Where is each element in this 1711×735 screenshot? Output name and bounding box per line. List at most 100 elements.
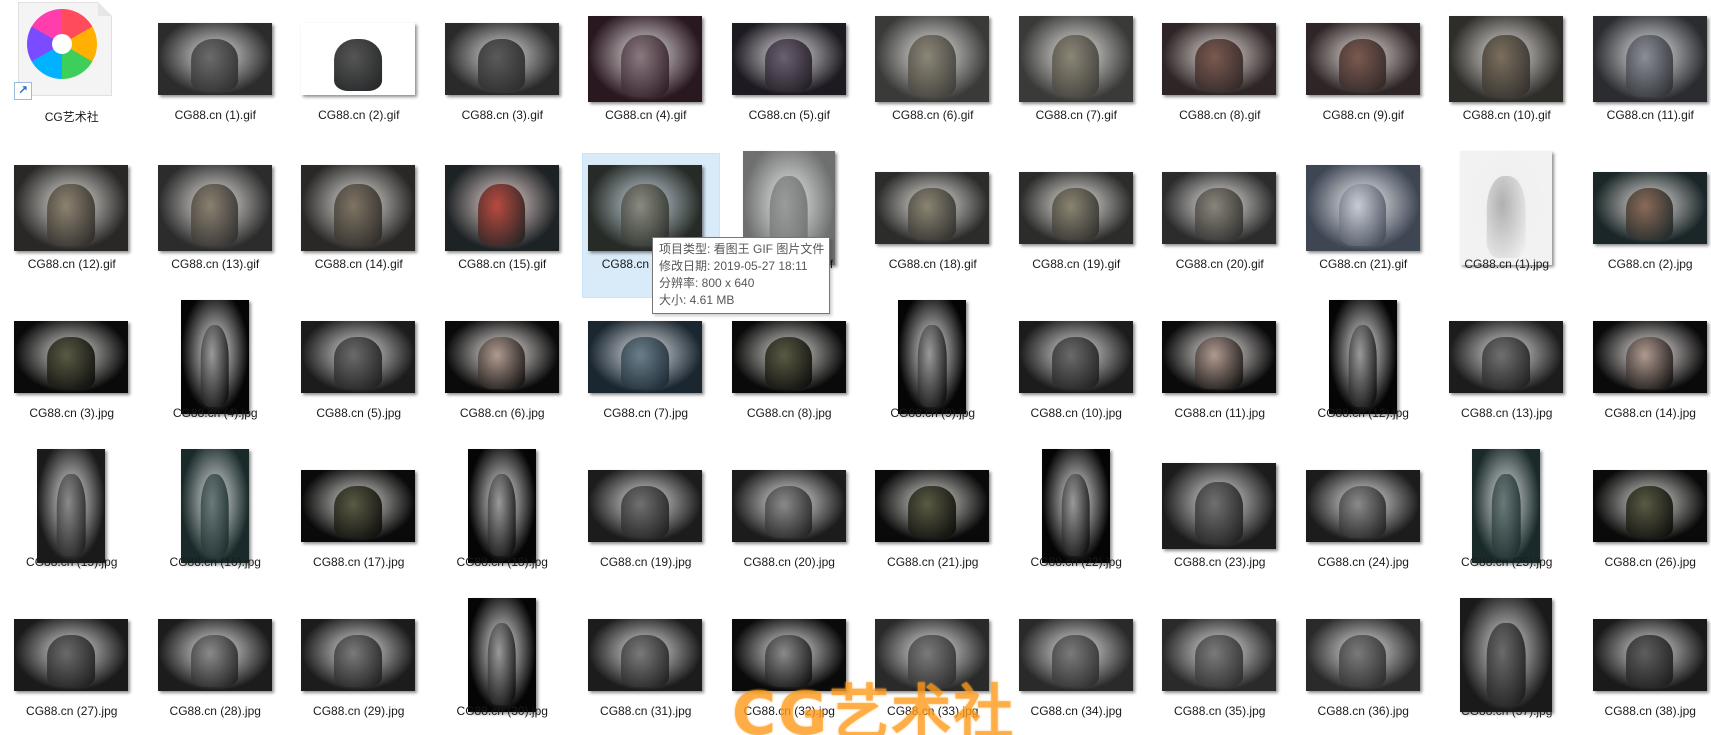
file-label: CG88.cn (7).gif — [1035, 108, 1117, 122]
file-tile[interactable]: CG88.cn (15).gif — [431, 149, 575, 298]
file-tile[interactable]: CG88.cn (6).gif — [861, 0, 1005, 149]
thumbnail-frame — [291, 600, 425, 710]
sculpture-figure — [190, 183, 239, 246]
image-thumbnail — [14, 321, 128, 393]
file-tile[interactable]: CG88.cn (33).jpg — [861, 596, 1005, 735]
sculpture-figure — [334, 183, 382, 246]
sculpture-figure — [908, 634, 956, 687]
file-tile[interactable]: CG88.cn (13).gif — [144, 149, 288, 298]
file-label: CG88.cn (13).jpg — [1461, 406, 1553, 420]
image-thumbnail — [731, 470, 846, 542]
file-tile[interactable]: CG88.cn (2).gif — [287, 0, 431, 149]
file-tile[interactable]: CG88.cn (3).gif — [431, 0, 575, 149]
file-tile[interactable]: CG88.cn (8).gif — [1148, 0, 1292, 149]
thumbnail-frame — [1583, 600, 1711, 710]
thumbnail-frame — [1296, 451, 1430, 561]
file-tile[interactable]: CG88.cn (14).gif — [287, 149, 431, 298]
file-tile[interactable]: CG88.cn (27).jpg — [0, 596, 144, 735]
file-tile[interactable]: CG88.cn (31).jpg — [574, 596, 718, 735]
shortcut-tile[interactable]: ↗ CG艺术社 — [0, 0, 144, 149]
file-tile[interactable]: CG88.cn (22).jpg — [1005, 447, 1149, 596]
file-tile[interactable]: CG88.cn (18).jpg — [431, 447, 575, 596]
file-tile[interactable]: CG88.cn (36).jpg — [1292, 596, 1436, 735]
file-tile[interactable]: CG88.cn (10).gif — [1435, 0, 1579, 149]
image-thumbnail — [14, 165, 128, 251]
file-label: CG88.cn (33).jpg — [887, 704, 979, 718]
file-tile[interactable]: CG88.cn (7).jpg — [574, 298, 718, 447]
file-tile[interactable]: CG88.cn (30).jpg — [431, 596, 575, 735]
file-tile[interactable]: CG88.cn (7).gif — [1005, 0, 1149, 149]
thumbnail-frame — [291, 4, 425, 114]
sculpture-figure — [1348, 325, 1377, 408]
thumbnail-frame — [865, 300, 999, 414]
file-tile[interactable]: CG88.cn (3).jpg — [0, 298, 144, 447]
file-tile[interactable]: CG88.cn (35).jpg — [1148, 596, 1292, 735]
sculpture-figure — [908, 34, 956, 97]
file-tile[interactable]: CG88.cn (1).jpg — [1435, 149, 1579, 298]
file-tile[interactable]: CG88.cn (9).gif — [1292, 0, 1436, 149]
file-label: CG88.cn (9).gif — [1322, 108, 1404, 122]
file-tile[interactable]: CG88.cn (14).jpg — [1579, 298, 1711, 447]
sculpture-figure — [764, 634, 813, 687]
file-tile[interactable]: CG88.cn (26).jpg — [1579, 447, 1711, 596]
file-tile[interactable]: CG88.cn (21).jpg — [861, 447, 1005, 596]
sculpture-figure — [487, 474, 516, 557]
sculpture-figure — [764, 336, 813, 389]
file-tile[interactable]: CG88.cn (1).gif — [144, 0, 288, 149]
image-thumbnail — [1305, 23, 1420, 95]
file-tile[interactable]: CG88.cn (5).gif — [718, 0, 862, 149]
file-tile[interactable]: CG88.cn (12).jpg — [1292, 298, 1436, 447]
sculpture-figure — [477, 336, 526, 389]
file-tile[interactable]: CG88.cn (19).gif — [1005, 149, 1149, 298]
file-tile[interactable]: CG88.cn (29).jpg — [287, 596, 431, 735]
thumbnail-frame — [1439, 151, 1573, 265]
file-tile[interactable]: CG88.cn (4).gif — [574, 0, 718, 149]
file-label: CG88.cn (21).jpg — [887, 555, 979, 569]
tooltip-resolution: 分辨率: 800 x 640 — [659, 276, 755, 290]
file-label: CG88.cn (20).gif — [1175, 257, 1264, 271]
sculpture-figure — [1625, 634, 1674, 687]
file-tile[interactable]: CG88.cn (18).gif — [861, 149, 1005, 298]
file-label: CG88.cn (18).jpg — [456, 555, 548, 569]
file-tile[interactable]: CG88.cn (10).jpg — [1005, 298, 1149, 447]
image-thumbnail — [588, 321, 702, 393]
file-tile[interactable]: CG88.cn (6).jpg — [431, 298, 575, 447]
file-tile[interactable]: CG88.cn (32).jpg — [718, 596, 862, 735]
file-label: CG88.cn (25).jpg — [1461, 555, 1553, 569]
file-label: CG88.cn (23).jpg — [1174, 555, 1266, 569]
thumbnail-frame — [1152, 153, 1286, 263]
thumbnail-frame — [1009, 600, 1143, 710]
thumbnail-frame — [148, 4, 282, 114]
file-tile[interactable]: CG88.cn (4).jpg — [144, 298, 288, 447]
file-tile[interactable]: CG88.cn (37).jpg — [1435, 596, 1579, 735]
image-thumbnail — [588, 470, 702, 542]
file-tile[interactable]: CG88.cn (24).jpg — [1292, 447, 1436, 596]
file-tile[interactable]: CG88.cn (21).gif — [1292, 149, 1436, 298]
file-tile[interactable]: CG88.cn (8).jpg — [718, 298, 862, 447]
sculpture-figure — [764, 38, 813, 91]
file-tile[interactable]: CG88.cn (23).jpg — [1148, 447, 1292, 596]
file-tile[interactable]: CG88.cn (2).jpg — [1579, 149, 1711, 298]
file-tile[interactable]: CG88.cn (16).jpg — [144, 447, 288, 596]
file-tile[interactable]: CG88.cn (11).jpg — [1148, 298, 1292, 447]
file-tile[interactable]: CG88.cn (38).jpg — [1579, 596, 1711, 735]
file-tile[interactable]: CG88.cn (9).jpg — [861, 298, 1005, 447]
file-tile[interactable]: CG88.cn (17).jpg — [287, 447, 431, 596]
file-tile[interactable]: CG88.cn (13).jpg — [1435, 298, 1579, 447]
file-tile[interactable]: CG88.cn (28).jpg — [144, 596, 288, 735]
image-thumbnail — [301, 470, 415, 542]
file-tile[interactable]: CG88.cn (25).jpg — [1435, 447, 1579, 596]
sculpture-figure — [334, 485, 382, 538]
image-thumbnail — [1449, 321, 1563, 393]
file-tile[interactable]: CG88.cn (12).gif — [0, 149, 144, 298]
thumbnail-frame — [1583, 153, 1711, 263]
file-tile[interactable]: CG88.cn (19).jpg — [574, 447, 718, 596]
file-tile[interactable]: CG88.cn (34).jpg — [1005, 596, 1149, 735]
thumbnail-frame — [1439, 449, 1573, 563]
file-tile[interactable]: CG88.cn (5).jpg — [287, 298, 431, 447]
file-tile[interactable]: CG88.cn (20).gif — [1148, 149, 1292, 298]
file-tile[interactable]: CG88.cn (15).jpg — [0, 447, 144, 596]
file-tile[interactable]: CG88.cn (11).gif — [1579, 0, 1711, 149]
file-tile[interactable]: CG88.cn (20).jpg — [718, 447, 862, 596]
file-label: CG88.cn (7).jpg — [603, 406, 689, 420]
